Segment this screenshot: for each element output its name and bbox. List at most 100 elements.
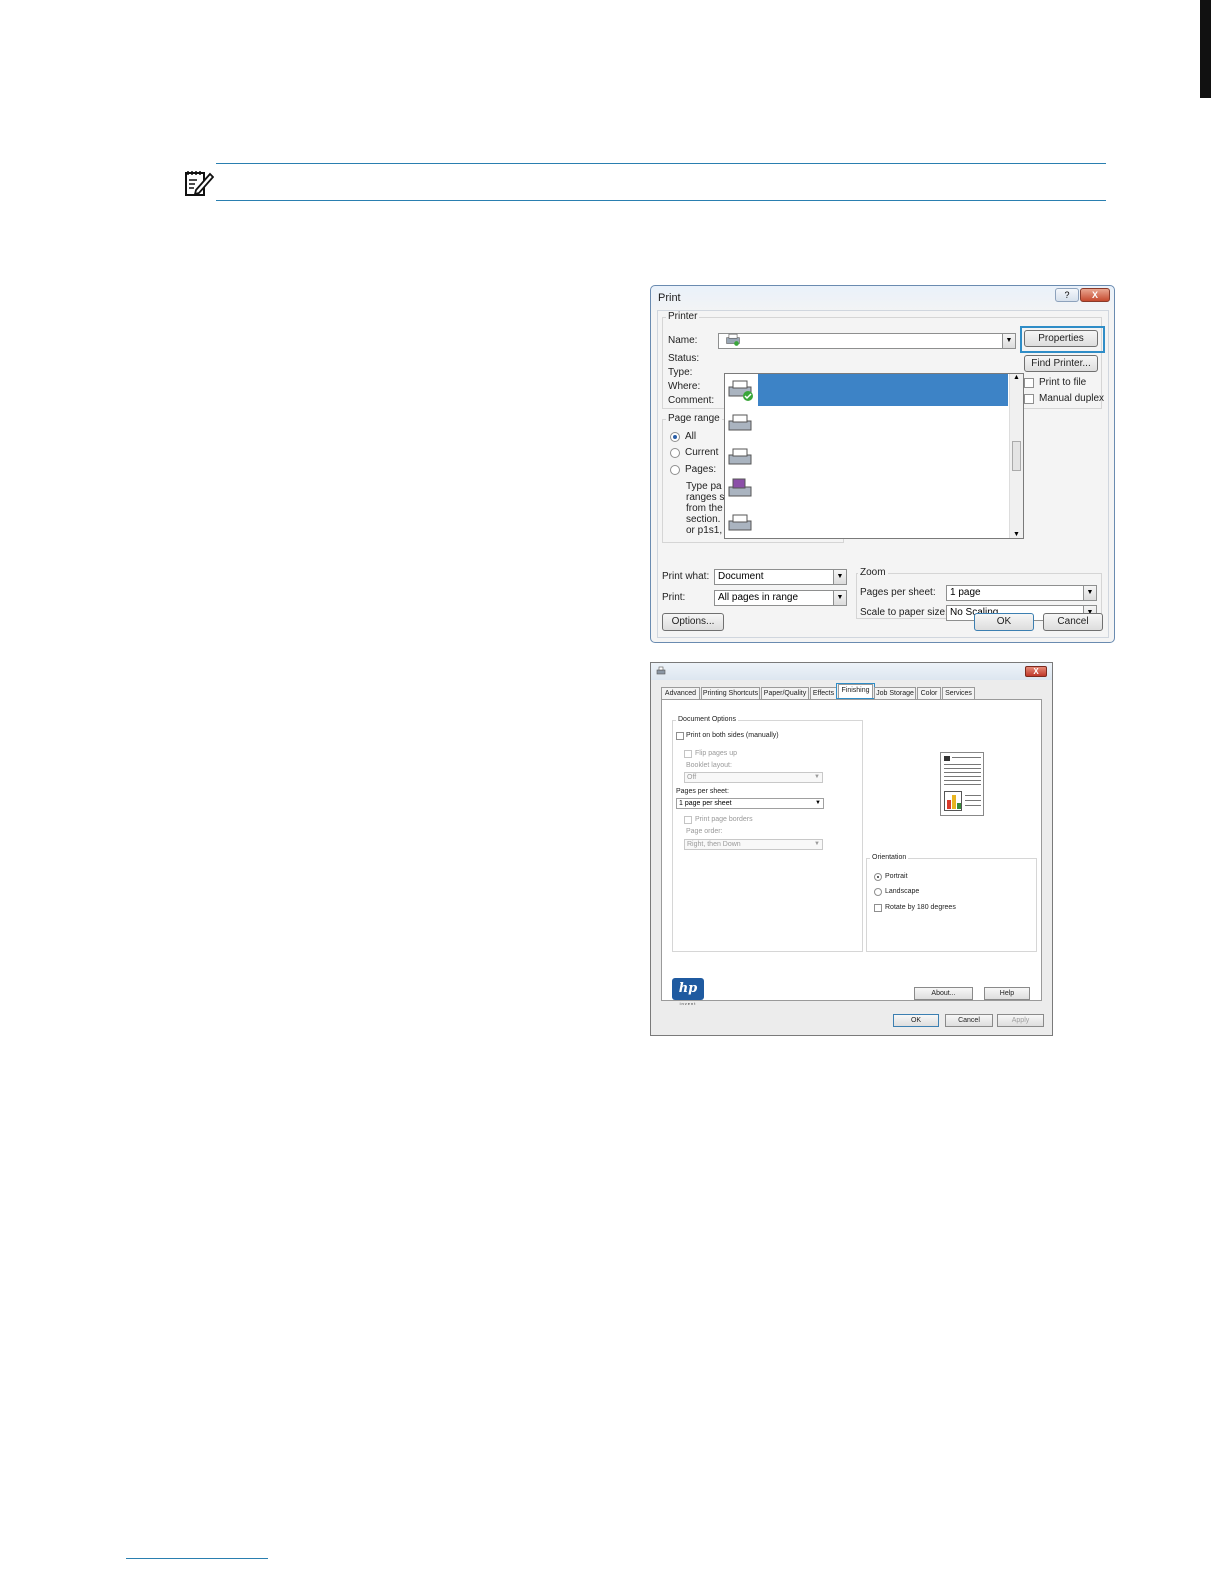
landscape-label: Landscape (885, 888, 920, 895)
chevron-down-icon[interactable]: ▼ (1002, 334, 1015, 348)
preview-line (944, 772, 981, 773)
manual-duplex-checkbox[interactable] (1024, 394, 1034, 404)
portrait-radio[interactable] (874, 873, 882, 881)
printer-name-combo[interactable]: ▼ (718, 333, 1016, 349)
pages-per-sheet-combo[interactable]: 1 page per sheet ▼ (676, 798, 824, 809)
ok-button[interactable]: OK (974, 613, 1034, 631)
help-button[interactable]: Help (984, 987, 1030, 1000)
print-both-sides-checkbox[interactable] (676, 732, 684, 740)
footer-rule (126, 1558, 268, 1559)
properties-button[interactable]: Properties (1024, 330, 1098, 347)
about-button[interactable]: About... (914, 987, 973, 1000)
page-preview (940, 752, 984, 816)
range-help-3: from the (686, 503, 723, 514)
print-to-file-checkbox[interactable] (1024, 378, 1034, 388)
dialog-body: Printer Name: ▼ Status: Type: Where: Com… (657, 310, 1109, 638)
ok-button[interactable]: OK (893, 1014, 939, 1027)
tab-job-storage[interactable]: Job Storage (874, 687, 916, 699)
flip-pages-checkbox[interactable] (684, 750, 692, 758)
note-bottom-rule (216, 200, 1106, 201)
printer-dropdown-list[interactable]: ▲ ▼ (724, 373, 1024, 539)
printer-icon (728, 414, 752, 431)
tab-advanced[interactable]: Advanced (661, 687, 700, 699)
preview-line (965, 800, 981, 801)
pages-per-sheet-value: 1 page (950, 587, 981, 598)
finishing-tab-highlight (836, 683, 875, 699)
print-what-combo[interactable]: Document ▼ (714, 569, 847, 585)
pages-label: Pages: (685, 464, 717, 475)
printer-list-item[interactable] (725, 508, 1008, 540)
help-button[interactable]: ? (1055, 288, 1079, 302)
printer-list-item[interactable] (725, 442, 1008, 474)
cancel-button[interactable]: Cancel (1043, 613, 1103, 631)
tab-effects[interactable]: Effects (810, 687, 837, 699)
preview-heading (944, 756, 950, 761)
close-button[interactable]: X (1080, 288, 1110, 302)
comment-label: Comment: (668, 395, 715, 406)
rotate-label: Rotate by 180 degrees (885, 904, 956, 911)
pages-per-sheet-combo[interactable]: 1 page ▼ (946, 585, 1097, 601)
preview-line (944, 768, 981, 769)
preview-line (965, 795, 981, 796)
current-radio[interactable] (670, 448, 680, 458)
print-what-value: Document (718, 571, 764, 582)
tab-printing-shortcuts[interactable]: Printing Shortcuts (701, 687, 760, 699)
chevron-down-icon[interactable]: ▼ (833, 570, 846, 584)
status-label: Status: (668, 353, 700, 364)
chevron-down-icon: ▼ (814, 841, 820, 847)
chevron-down-icon: ▼ (815, 800, 821, 806)
printer-properties-dialog: X Advanced Printing Shortcuts Paper/Qual… (650, 662, 1053, 1036)
hp-tagline: invent (679, 1001, 697, 1006)
finishing-panel: Document Options Print on both sides (ma… (661, 699, 1042, 1006)
current-label: Current (685, 447, 719, 458)
hp-logo-icon: hp (672, 978, 704, 1000)
tab-paper-quality[interactable]: Paper/Quality (761, 687, 809, 699)
flip-pages-label: Flip pages up (695, 750, 738, 757)
type-label: Type: (668, 367, 693, 378)
dialog-titlebar (651, 663, 1052, 680)
preview-line (944, 776, 981, 777)
note-pencil-icon (185, 171, 214, 196)
chevron-down-icon: ▼ (814, 774, 820, 780)
printer-list-item[interactable] (725, 474, 1008, 506)
apply-button[interactable]: Apply (997, 1014, 1044, 1027)
booklet-layout-label: Booklet layout: (686, 762, 732, 769)
cancel-button[interactable]: Cancel (945, 1014, 993, 1027)
dialog-title: Print (658, 292, 681, 304)
booklet-layout-value: Off (687, 774, 697, 781)
page-edge-tab (1200, 0, 1211, 98)
page-order-combo[interactable]: Right, then Down ▼ (684, 839, 823, 850)
preview-bar (957, 803, 961, 809)
print-combo[interactable]: All pages in range ▼ (714, 590, 847, 606)
printer-group-label: Printer (666, 311, 700, 322)
print-value: All pages in range (718, 592, 799, 603)
fax-printer-icon (728, 478, 752, 497)
chevron-down-icon[interactable]: ▼ (833, 591, 846, 605)
scale-label: Scale to paper size: (860, 607, 948, 618)
preview-line (952, 757, 981, 758)
printer-list-item[interactable] (725, 408, 1008, 440)
rotate-checkbox[interactable] (874, 904, 882, 912)
print-page-borders-checkbox[interactable] (684, 816, 692, 824)
tab-color[interactable]: Color (917, 687, 941, 699)
preview-line (965, 805, 981, 806)
landscape-radio[interactable] (874, 888, 882, 896)
print-page-borders-label: Print page borders (695, 816, 753, 823)
preview-bar (952, 795, 956, 809)
pages-per-sheet-value: 1 page per sheet (679, 800, 732, 807)
chevron-down-icon[interactable]: ▼ (1083, 586, 1096, 600)
page-order-value: Right, then Down (687, 841, 741, 848)
find-printer-button[interactable]: Find Printer... (1024, 355, 1098, 372)
options-button[interactable]: Options... (662, 613, 724, 631)
booklet-layout-combo[interactable]: Off ▼ (684, 772, 823, 783)
portrait-label: Portrait (885, 873, 908, 880)
page-range-label: Page range (666, 413, 722, 424)
pages-radio[interactable] (670, 465, 680, 475)
printer-list-item-selected[interactable] (758, 374, 1008, 406)
all-radio[interactable] (670, 432, 680, 442)
pages-per-sheet-label: Pages per sheet: (860, 587, 936, 598)
printer-icon (656, 666, 666, 675)
close-button[interactable]: X (1025, 666, 1047, 677)
tab-services[interactable]: Services (942, 687, 975, 699)
dropdown-scrollbar[interactable]: ▲ ▼ (1009, 374, 1023, 538)
